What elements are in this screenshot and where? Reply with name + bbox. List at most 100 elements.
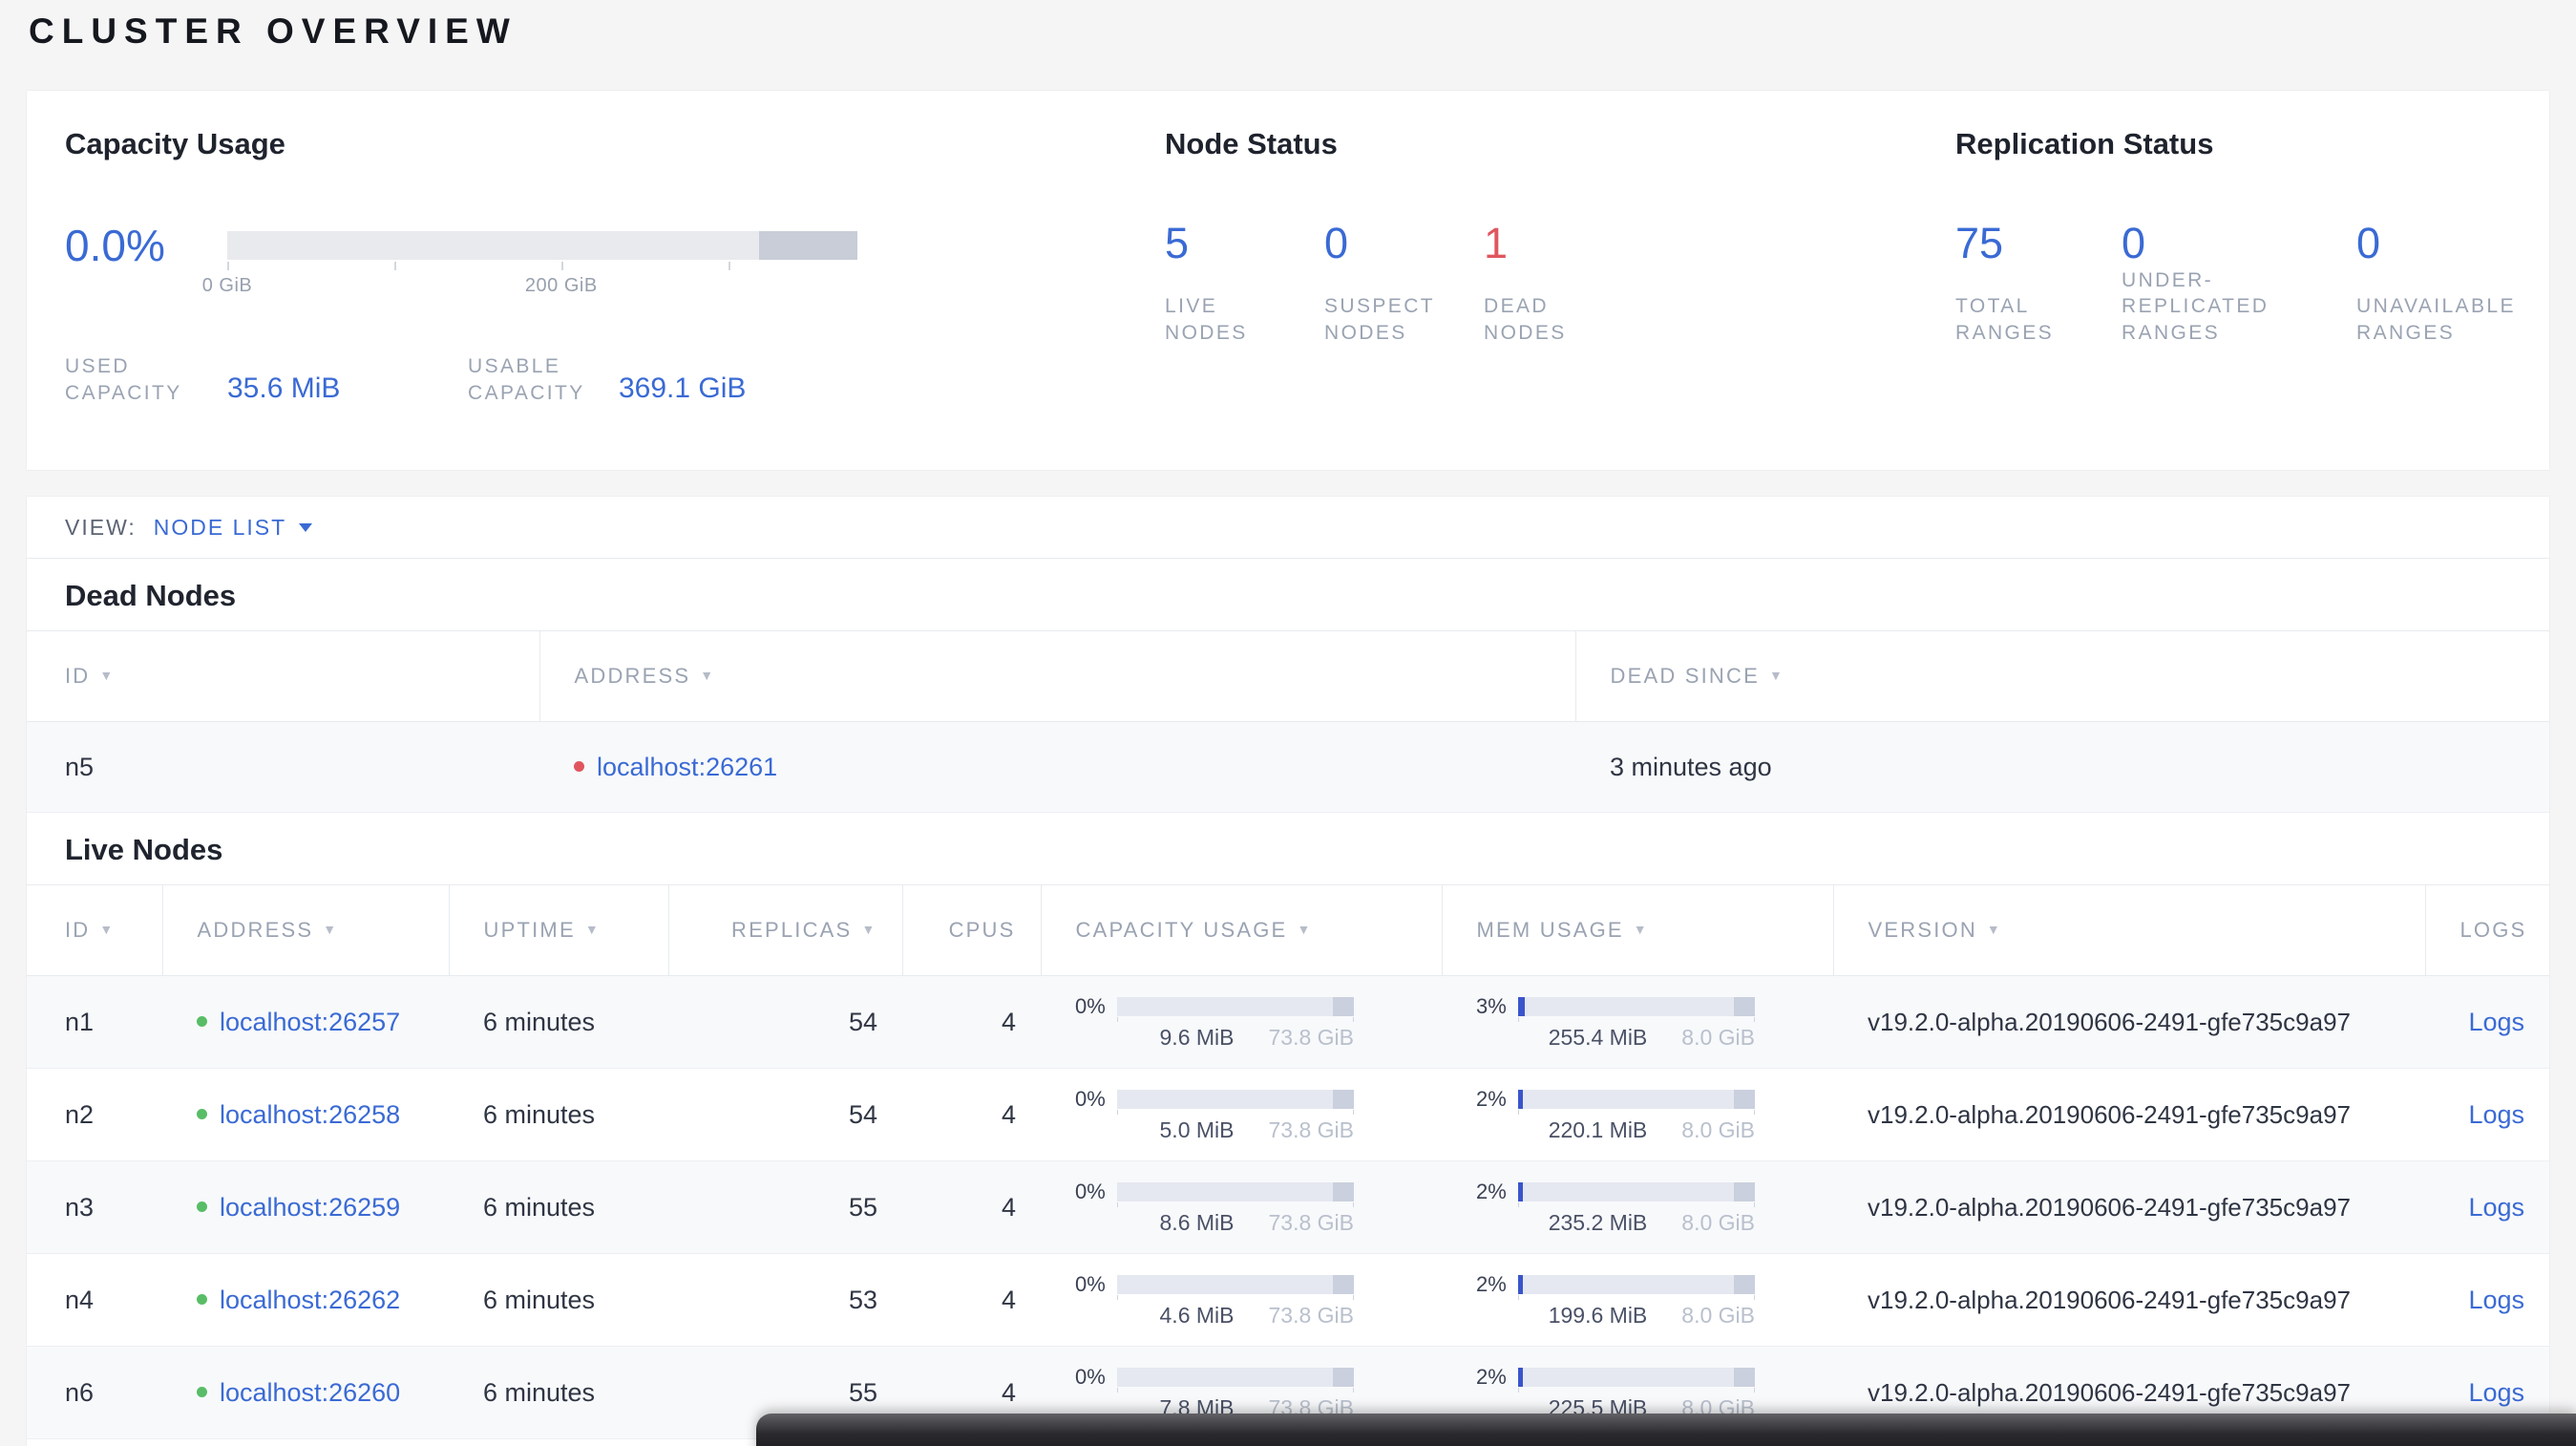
unavailable-count: 0 — [2356, 219, 2381, 267]
live-node-address-link[interactable]: localhost:26259 — [220, 1193, 400, 1222]
used-capacity-value: 35.6 MiB — [227, 372, 341, 405]
logs-link[interactable]: Logs — [2468, 1193, 2524, 1222]
dead-col-id[interactable]: ID ▼ — [27, 630, 540, 722]
live-node-version: v19.2.0-alpha.20190606-2491-gfe735c9a97 — [1833, 975, 2425, 1069]
live-nodes-count: 5 — [1165, 219, 1190, 267]
capacity-usage-section: Capacity Usage 0.0% 0 GiB 200 GiB USED C… — [65, 127, 1115, 442]
capacity-percent: 0% — [1075, 1271, 1106, 1296]
live-status-icon — [197, 1015, 207, 1027]
total-ranges-label: TOTAL RANGES — [1955, 295, 2055, 344]
mem-percent: 2% — [1476, 1271, 1507, 1296]
dead-node-dead-since: 3 minutes ago — [1575, 721, 2549, 813]
dead-node-row: n5 localhost:26261 3 minutes ago — [27, 721, 2549, 813]
dead-nodes-count: 1 — [1484, 219, 1509, 267]
bottom-overlay-bar — [756, 1414, 2576, 1446]
live-nodes-table: ID ▼ ADDRESS ▼ UPTIME ▼ REPLICAS ▼ CPUS CAPA… — [27, 884, 2549, 1439]
live-col-cpus: CPUS — [902, 884, 1042, 976]
capacity-total-value: 73.8 GiB — [1268, 1302, 1355, 1328]
capacity-stats-row: USED CAPACITY 35.6 MiB USABLE CAPACITY 3… — [65, 353, 746, 406]
live-col-logs: LOGS — [2425, 884, 2549, 976]
live-node-uptime: 6 minutes — [449, 1346, 668, 1439]
live-nodes-title: Live Nodes — [65, 833, 223, 866]
sort-icon: ▼ — [584, 922, 601, 937]
stat-under-replicated-ranges: 0 UNDER-REPLICATED RANGES — [2122, 220, 2356, 346]
live-node-cpus: 4 — [902, 1068, 1041, 1161]
mem-used-value: 199.6 MiB — [1548, 1302, 1648, 1328]
mem-percent: 2% — [1476, 1086, 1507, 1111]
live-node-address-cell: localhost:26260 — [162, 1346, 449, 1439]
live-node-version: v19.2.0-alpha.20190606-2491-gfe735c9a97 — [1833, 1068, 2425, 1161]
dead-col-dead-since[interactable]: DEAD SINCE ▼ — [1575, 630, 2549, 722]
logs-link[interactable]: Logs — [2468, 1286, 2524, 1314]
capacity-percent: 0% — [1075, 993, 1106, 1018]
chevron-down-icon — [299, 522, 313, 532]
page-title: CLUSTER OVERVIEW — [29, 11, 517, 51]
node-status-section: Node Status 5 LIVE NODES 0 SUSPECT NODES… — [1165, 127, 1910, 442]
dead-status-icon — [574, 760, 584, 772]
dead-node-address-link[interactable]: localhost:26261 — [597, 753, 777, 781]
live-col-uptime[interactable]: UPTIME ▼ — [449, 884, 669, 976]
dead-nodes-title: Dead Nodes — [65, 579, 237, 612]
live-node-capacity-cell: 0% 8.6 MiB 73.8 GiB — [1041, 1160, 1442, 1254]
nodes-content-card: VIEW: NODE LIST Dead Nodes ID ▼ ADDRESS ▼ … — [27, 497, 2549, 1446]
live-node-address-link[interactable]: localhost:26260 — [220, 1378, 400, 1407]
live-col-mem-usage[interactable]: MEM USAGE ▼ — [1442, 884, 1834, 976]
mem-total-value: 8.0 GiB — [1681, 1302, 1755, 1328]
live-node-row: n3 localhost:26259 6 minutes 55 4 0% 8.6… — [27, 1160, 2549, 1254]
view-dropdown[interactable]: NODE LIST — [154, 515, 313, 541]
live-node-replicas: 54 — [668, 1068, 902, 1161]
capacity-total-value: 73.8 GiB — [1268, 1209, 1355, 1235]
live-col-version[interactable]: VERSION ▼ — [1833, 884, 2426, 976]
live-node-capacity-cell: 0% 5.0 MiB 73.8 GiB — [1041, 1068, 1442, 1161]
total-ranges-count: 75 — [1955, 219, 2004, 267]
mem-total-value: 8.0 GiB — [1681, 1024, 1755, 1050]
mem-used-value: 235.2 MiB — [1548, 1209, 1648, 1235]
live-node-capacity-cell: 0% 9.6 MiB 73.8 GiB — [1041, 975, 1442, 1069]
live-node-address-cell: localhost:26259 — [162, 1160, 449, 1254]
live-node-cpus: 4 — [902, 1160, 1041, 1254]
capacity-used-value: 5.0 MiB — [1159, 1116, 1235, 1142]
used-capacity-label: USED CAPACITY — [65, 355, 182, 404]
live-col-address[interactable]: ADDRESS ▼ — [162, 884, 450, 976]
live-col-capacity-usage[interactable]: CAPACITY USAGE ▼ — [1041, 884, 1443, 976]
live-node-mem-cell: 2% 199.6 MiB 8.0 GiB — [1442, 1253, 1833, 1347]
live-node-id: n3 — [27, 1160, 162, 1254]
live-node-row: n2 localhost:26258 6 minutes 54 4 0% 5.0… — [27, 1068, 2549, 1161]
live-node-mem-cell: 2% 220.1 MiB 8.0 GiB — [1442, 1068, 1833, 1161]
live-status-icon — [197, 1108, 207, 1119]
capacity-bar-tick — [728, 262, 730, 270]
live-col-replicas[interactable]: REPLICAS ▼ — [668, 884, 903, 976]
live-node-replicas: 53 — [668, 1253, 902, 1347]
logs-link[interactable]: Logs — [2468, 1378, 2524, 1407]
live-node-row: n1 localhost:26257 6 minutes 54 4 0% 9.6… — [27, 975, 2549, 1069]
logs-link[interactable]: Logs — [2468, 1008, 2524, 1036]
live-node-address-link[interactable]: localhost:26258 — [220, 1100, 400, 1129]
live-node-mem-cell: 2% 235.2 MiB 8.0 GiB — [1442, 1160, 1833, 1254]
capacity-used-value: 4.6 MiB — [1159, 1302, 1235, 1328]
sort-icon: ▼ — [861, 922, 877, 937]
live-node-uptime: 6 minutes — [449, 1160, 668, 1254]
capacity-total-value: 73.8 GiB — [1268, 1024, 1355, 1050]
mem-total-value: 8.0 GiB — [1681, 1116, 1755, 1142]
live-nodes-tbody: n1 localhost:26257 6 minutes 54 4 0% 9.6… — [27, 975, 2549, 1439]
cluster-summary-card: Capacity Usage 0.0% 0 GiB 200 GiB USED C… — [27, 91, 2549, 470]
sort-icon: ▼ — [700, 668, 716, 683]
live-nodes-header-row: ID ▼ ADDRESS ▼ UPTIME ▼ REPLICAS ▼ CPUS CAPA… — [27, 884, 2549, 976]
sort-icon: ▼ — [323, 922, 339, 937]
live-node-uptime: 6 minutes — [449, 1253, 668, 1347]
mem-used-value: 220.1 MiB — [1548, 1116, 1648, 1142]
sort-icon: ▼ — [1986, 922, 2002, 937]
live-node-logs-cell: Logs — [2425, 1160, 2549, 1254]
dead-nodes-table: ID ▼ ADDRESS ▼ DEAD SINCE ▼ n5 localhost:26… — [27, 630, 2549, 813]
dead-col-address[interactable]: ADDRESS ▼ — [539, 630, 1576, 722]
capacity-bar-end-segment — [759, 231, 857, 260]
live-node-address-cell: localhost:26258 — [162, 1068, 449, 1161]
live-node-address-link[interactable]: localhost:26262 — [220, 1286, 400, 1314]
mem-mini-bar — [1518, 1367, 1755, 1393]
logs-link[interactable]: Logs — [2468, 1100, 2524, 1129]
live-node-logs-cell: Logs — [2425, 1068, 2549, 1161]
live-col-id[interactable]: ID ▼ — [27, 884, 163, 976]
live-node-address-link[interactable]: localhost:26257 — [220, 1008, 400, 1036]
capacity-used-value: 9.6 MiB — [1159, 1024, 1235, 1050]
live-node-replicas: 54 — [668, 975, 902, 1069]
